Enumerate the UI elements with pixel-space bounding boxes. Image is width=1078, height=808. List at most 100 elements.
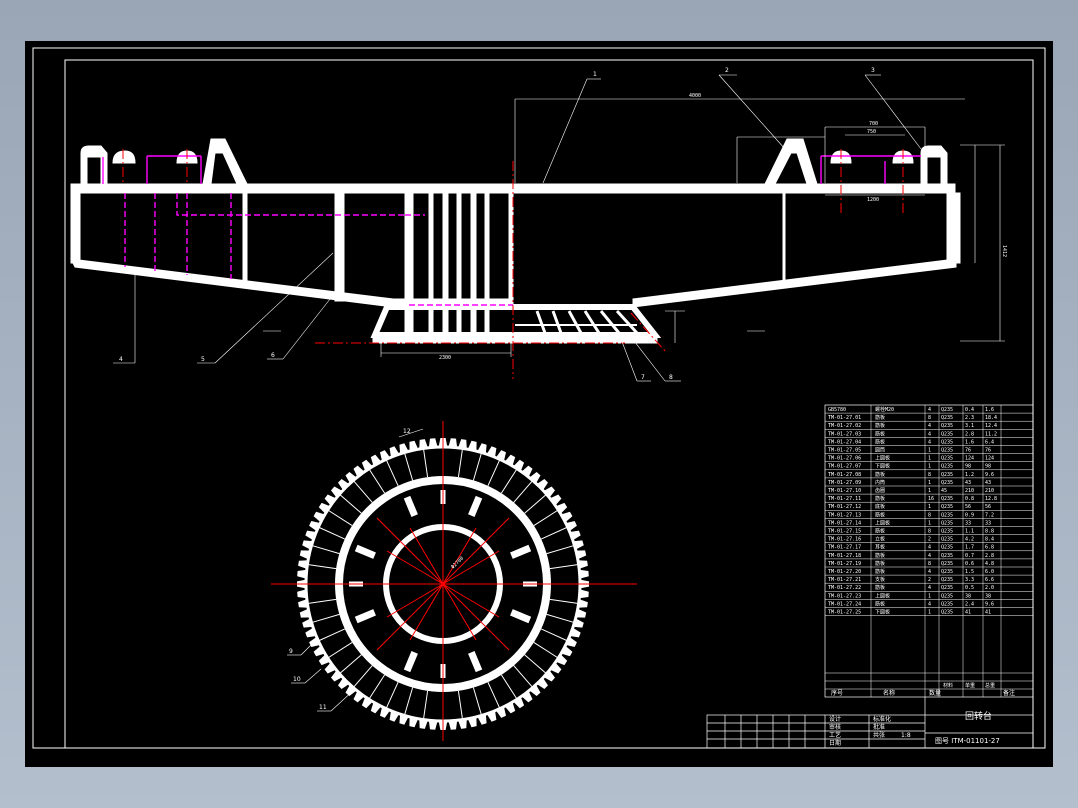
bom-cell: 筋板 [875,495,885,502]
bom-cell: 16 [928,496,934,502]
bom-cell: 41 [985,610,991,616]
bom-cell: TM-01-27.24 [828,601,861,607]
bom-cell: 98 [965,464,971,470]
bom-cell: 8.4 [985,537,994,543]
balloon: 1 [593,71,597,78]
bom-cell: 上圆板 [875,592,890,599]
bom-cell: 56 [985,504,991,510]
balloon: 12 [403,428,411,435]
tb-scale: 1:8 [901,732,911,739]
dim-right-small-3: 1200 [867,197,879,203]
right-lifting-lugs [764,138,948,185]
bom-cell: TM-01-27.19 [828,561,861,567]
bom-cell: TM-01-27.09 [828,480,861,486]
bom-cell: Q235 [941,545,953,551]
balloon: 3 [871,67,875,74]
rib [334,192,345,302]
tb-label-standard: 标准化 [873,715,891,723]
rib [456,192,462,336]
bom-cell: 筋板 [875,422,885,429]
dim-bottom-width: 2300 [439,355,451,361]
bom-cell: 7.2 [985,512,994,518]
bom-cell: 螺栓M20 [875,406,894,413]
bom-cell: 11.2 [985,431,997,437]
outer-spoke [546,613,574,623]
outer-spoke [487,460,500,487]
bom-cell: 筋板 [875,584,885,591]
bom-cell: 1 [928,520,931,526]
balloon: 11 [319,704,327,711]
bom-cell: 筋板 [875,471,885,478]
bom-cell: 1 [928,448,931,454]
bom-cell: TM-01-27.18 [828,553,861,559]
bom-cell: 4 [928,439,931,445]
bom-cell: Q235 [941,480,953,486]
bom-header: 数量 [929,689,941,697]
bom-cell: 41 [965,610,971,616]
elevation-dimensions [263,98,1005,357]
outer-spoke [500,469,517,494]
bom-cell: TM-01-27.22 [828,585,861,591]
bom-cell: 底板 [875,503,885,510]
outer-spoke [404,687,414,715]
outer-spoke [319,527,346,540]
bom-cell: TM-01-27.04 [828,439,861,445]
bom-cell: 2 [928,537,931,543]
bom-header-2: 材料 [943,682,953,689]
bom-cell: TM-01-27.21 [828,577,861,583]
bom-cell: 1 [928,610,931,616]
bom-cell: TM-01-27.16 [828,537,861,543]
bom-cell: 76 [985,448,991,454]
bom-cell: 8 [928,415,931,421]
tb-label-date: 日期 [829,739,841,747]
bom-cell: 3.1 [965,423,974,429]
bom-cell: TM-01-27.05 [828,448,861,454]
outer-spoke [457,449,463,478]
dim-right-height: 1412 [1001,245,1007,257]
bom-cell: 1 [928,456,931,462]
bom-cell: Q235 [941,569,953,575]
ring-slot [354,544,376,559]
bom-cell: 56 [965,504,971,510]
bom-cell: 9.6 [985,601,994,607]
bom-cell: Q235 [941,553,953,559]
bom-cell: 124 [985,456,994,462]
outer-spoke [386,681,399,708]
bom-cell: 4 [928,407,931,413]
bom-cell: 45 [941,488,947,494]
bom-cell: TM-01-27.15 [828,529,861,535]
tb-label-approve: 批准 [873,723,885,731]
bom-cell: 0.5 [965,585,974,591]
bom-cell: Q235 [941,529,953,535]
bom-cell: 2.4 [965,601,974,607]
bom-cell: 1.2 [965,472,974,478]
bom-cell: 1.6 [985,407,994,413]
hub-diagonal-ribs [515,309,639,335]
lower-hub [370,304,662,338]
bom-cell: 1 [928,464,931,470]
outer-spoke [386,460,399,487]
balloon: 10 [293,676,301,683]
bom-cell: Q235 [941,439,953,445]
drawing-sheet: 4000 700 750 1200 1412 2300 1 2 3 4 5 6 … [25,41,1053,767]
bom-header-2: 单重 [965,682,975,689]
bom-cell: 4 [928,553,931,559]
outer-spoke [423,690,429,719]
rib [470,192,477,336]
balloon: 9 [289,648,293,655]
bom-cell: TM-01-27.14 [828,520,861,526]
bom-cell: 6.0 [985,569,994,575]
bom-cell: 1 [928,480,931,486]
bom-cell: TM-01-27.17 [828,545,861,551]
bom-cell: 1.7 [965,545,974,551]
bom-cell: Q235 [941,504,953,510]
rib [782,192,786,284]
rib [428,192,434,336]
bom-cell: 8 [928,529,931,535]
dim-right-small-2: 750 [867,129,876,135]
outer-spoke [404,453,414,481]
bom-cell: 1 [928,488,931,494]
bom-cell: 8.8 [985,529,994,535]
bom-header: 序号 [831,689,843,697]
bom-cell: 2.8 [965,431,974,437]
